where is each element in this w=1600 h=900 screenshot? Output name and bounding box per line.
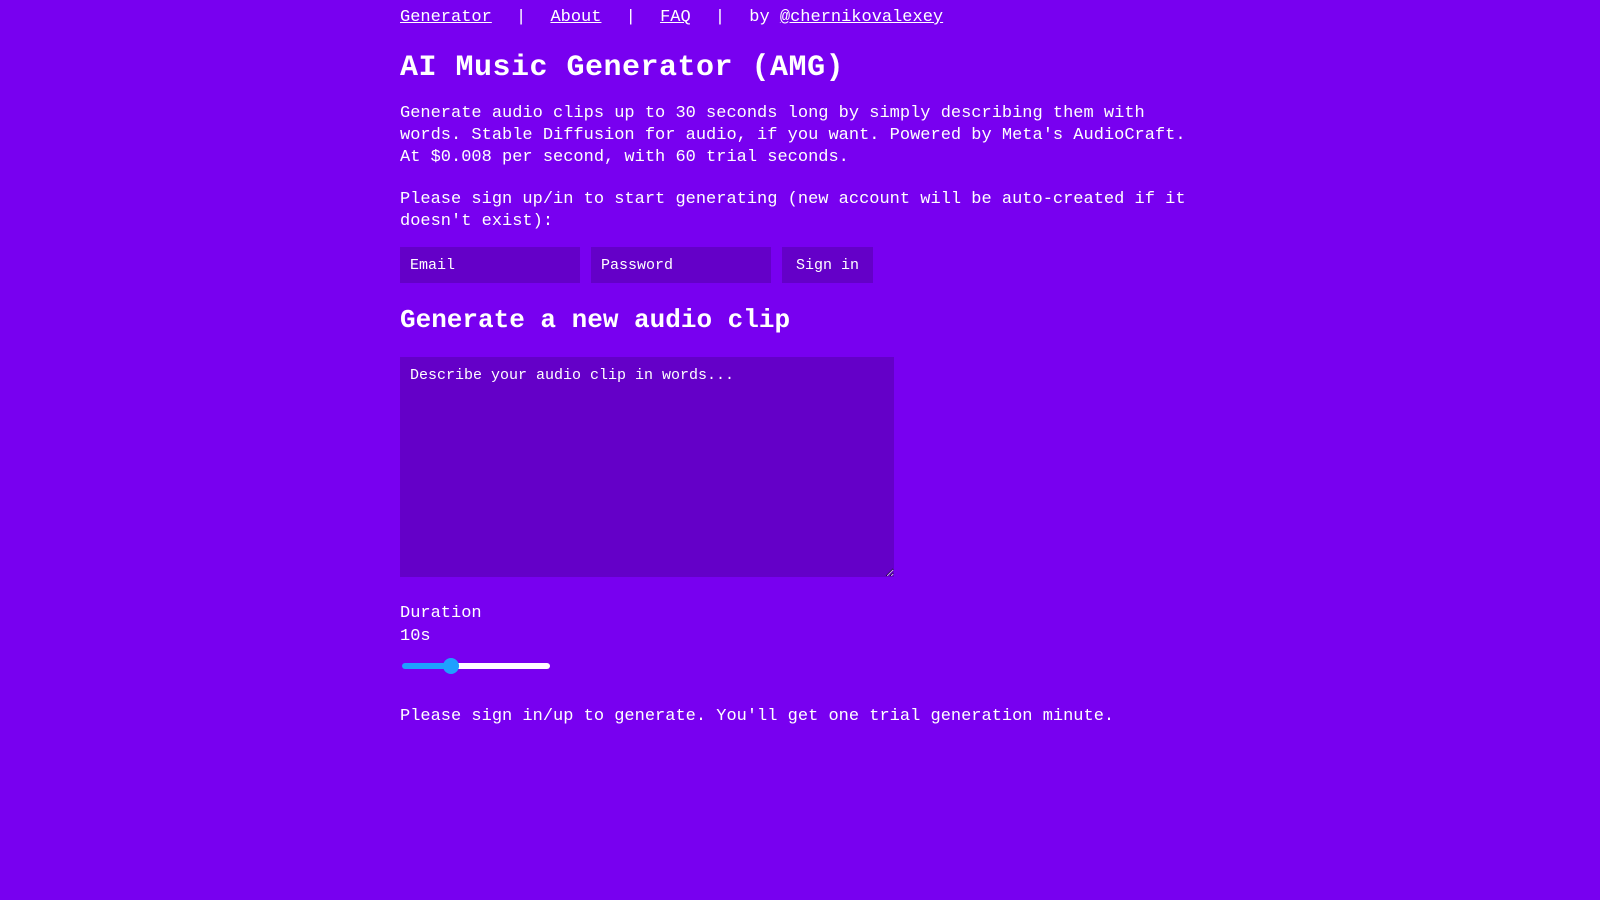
navbar: Generator | About | FAQ | by @chernikova…: [400, 8, 1200, 27]
duration-slider[interactable]: [402, 663, 550, 669]
password-field[interactable]: [591, 247, 771, 283]
signin-prompt: Please sign up/in to start generating (n…: [400, 189, 1200, 233]
duration-block: Duration 10s: [400, 603, 1200, 674]
auth-row: Sign in: [400, 247, 1200, 283]
nav-link-about[interactable]: About: [550, 8, 601, 27]
signin-button[interactable]: Sign in: [782, 247, 873, 283]
generate-heading: Generate a new audio clip: [400, 305, 1200, 335]
nav-separator: |: [715, 8, 725, 27]
nav-separator: |: [516, 8, 526, 27]
page-description: Generate audio clips up to 30 seconds lo…: [400, 103, 1200, 169]
nav-by-prefix: by: [749, 8, 780, 27]
nav-separator: |: [626, 8, 636, 27]
page-title: AI Music Generator (AMG): [400, 51, 1200, 85]
main-container: Generator | About | FAQ | by @chernikova…: [400, 0, 1200, 726]
duration-label: Duration: [400, 604, 482, 623]
nav-link-author[interactable]: @chernikovalexey: [780, 8, 943, 27]
duration-value: 10s: [400, 627, 431, 646]
nav-link-generator[interactable]: Generator: [400, 8, 492, 27]
bottom-hint: Please sign in/up to generate. You'll ge…: [400, 707, 1200, 726]
nav-link-faq[interactable]: FAQ: [660, 8, 691, 27]
email-field[interactable]: [400, 247, 580, 283]
prompt-textarea[interactable]: [400, 357, 894, 577]
